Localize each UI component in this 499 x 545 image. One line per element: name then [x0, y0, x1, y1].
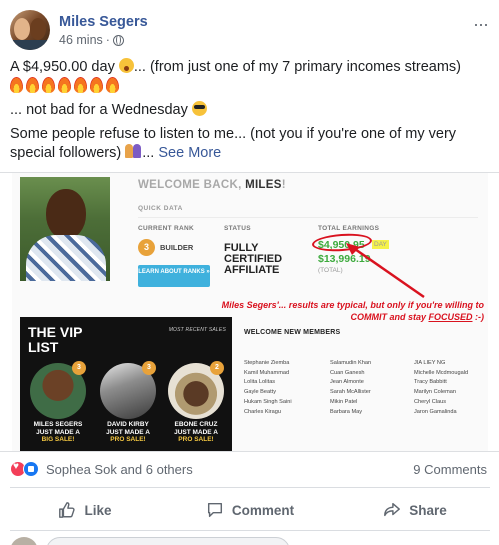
post-text-line1b: ... (from just one of my 7 primary incom… — [133, 59, 461, 75]
member-name: Cheryl Claus — [414, 398, 447, 405]
see-more-link[interactable]: See More — [158, 145, 221, 161]
thumbs-up-icon — [59, 502, 76, 518]
member-name: Jean Almonte — [330, 379, 364, 386]
member-name: Jaron Gamalinda — [414, 408, 457, 415]
comment-button[interactable]: Comment — [175, 494, 325, 526]
share-arrow-icon — [384, 502, 401, 517]
like-label: Like — [84, 502, 112, 518]
comment-bubble-icon — [207, 502, 222, 518]
learn-about-ranks-button: LEARN ABOUT RANKS » — [138, 265, 210, 287]
divider — [10, 530, 490, 531]
total-earnings-label: TOTAL EARNINGS — [318, 225, 380, 232]
comment-input[interactable] — [46, 537, 290, 545]
more-options-icon[interactable]: ··· — [473, 14, 489, 35]
fire-emoji-icon — [58, 77, 71, 93]
post-image[interactable]: WELCOME BACK, MILES! QUICK DATA CURRENT … — [0, 172, 499, 452]
divider — [138, 217, 478, 218]
vip-caption: DAVID KIRBY JUST MADE A PRO SALE! — [106, 421, 150, 443]
fire-emoji-icon — [90, 77, 103, 93]
vip-rank-badge-icon: 3 — [142, 361, 156, 375]
post-text-line2: ... not bad for a Wednesday — [10, 102, 188, 118]
status-label: STATUS — [224, 225, 251, 232]
reaction-names[interactable]: Sophea Sok and 6 others — [46, 462, 193, 477]
recent-sales-label: MOST RECENT SALES — [168, 327, 226, 333]
divider — [10, 487, 490, 488]
annotation-caption: Miles Segers'... results are typical, bu… — [221, 300, 484, 322]
welcome-heading: WELCOME BACK, MILES! — [138, 179, 286, 191]
people-holding-hands-emoji-icon — [125, 144, 142, 159]
vip-rank-badge-icon: 3 — [72, 361, 86, 375]
current-rank-label: CURRENT RANK — [138, 225, 194, 232]
post-meta: 46 mins · — [59, 33, 124, 47]
member-name: Michelle Mcdmougald — [414, 369, 469, 376]
member-name: Cuan Ganesh — [330, 369, 365, 376]
share-button[interactable]: Share — [340, 494, 490, 526]
members-column-1: Stephanie Ziemba Kamil Muhammad Lolita L… — [244, 359, 292, 417]
member-name: Sarah McAllister — [330, 389, 371, 396]
vip-title: THE VIP LIST — [28, 324, 83, 355]
new-members-title: WELCOME NEW MEMBERS — [244, 329, 341, 336]
dashboard-screenshot: WELCOME BACK, MILES! QUICK DATA CURRENT … — [12, 173, 488, 451]
vip-caption: MILES SEGERS JUST MADE A BIG SALE! — [33, 421, 83, 443]
status-value: FULLY CERTIFIED AFFILIATE — [224, 242, 283, 276]
post-text: A $4,950.00 day ... (from just one of my… — [10, 58, 490, 168]
post-paragraph-3: Some people refuse to listen to me... (n… — [10, 125, 490, 163]
post-text-ellipsis: ... — [142, 145, 155, 161]
comments-count[interactable]: 9 Comments — [413, 462, 487, 477]
members-column-3: JIA LIEY NG Michelle Mcdmougald Tracy Ba… — [414, 359, 468, 417]
member-name: Stephanie Ziemba — [244, 360, 290, 366]
rank-name: BUILDER — [160, 243, 194, 252]
like-reaction-icon[interactable] — [23, 461, 39, 477]
member-name: Lolita Lolitas — [244, 379, 276, 386]
member-name: Tracy Babbitt — [414, 379, 447, 386]
member-name: JIA LIEY NG — [414, 360, 446, 366]
post-header: Miles Segers 46 mins · ··· — [10, 8, 490, 52]
vip-caption: EBONE CRUZ JUST MADE A PRO SALE! — [174, 421, 218, 443]
member-name: Gayle Beatty — [244, 389, 277, 396]
post-paragraph-2: ... not bad for a Wednesday — [10, 101, 490, 120]
post-paragraph-1: A $4,950.00 day ... (from just one of my… — [10, 58, 490, 96]
sunglasses-emoji-icon — [191, 101, 207, 116]
author-name[interactable]: Miles Segers — [59, 14, 148, 30]
post-timestamp[interactable]: 46 mins — [59, 33, 103, 47]
globe-icon — [112, 34, 124, 46]
meta-separator: · — [105, 33, 110, 47]
action-bar: Like Comment Share — [10, 494, 490, 526]
member-name: Charles Kiragu — [244, 408, 281, 415]
astonished-emoji-icon — [118, 58, 134, 73]
comment-label: Comment — [231, 502, 295, 518]
member-name: Barbara May — [330, 408, 363, 415]
reactions-bar: Sophea Sok and 6 others 9 Comments — [10, 459, 490, 479]
share-label: Share — [409, 502, 447, 518]
member-name: Kamil Muhammad — [244, 369, 290, 376]
vip-rank-badge-icon: 2 — [210, 361, 224, 375]
viewer-avatar — [10, 537, 38, 545]
profile-photo — [20, 177, 110, 281]
red-arrow-icon — [346, 243, 425, 299]
member-name: Mikin Patel — [330, 398, 358, 405]
like-button[interactable]: Like — [10, 494, 160, 526]
post-text-line3: Some people refuse to listen to me... (n… — [10, 126, 457, 161]
member-name: Marilyn Coleman — [414, 389, 456, 396]
rank-badge-icon: 3 — [138, 239, 155, 256]
vip-list-panel: THE VIP LIST MOST RECENT SALES 3 MILES S… — [20, 317, 232, 451]
earnings-total-label: (TOTAL) — [318, 267, 343, 274]
fire-emoji-icon — [74, 77, 87, 93]
post-text-line1: A $4,950.00 day — [10, 59, 115, 75]
fire-emoji-icon — [106, 77, 119, 93]
member-name: Salamudin Khan — [330, 360, 372, 366]
author-avatar[interactable] — [10, 10, 50, 50]
fire-emoji-icon — [10, 77, 23, 93]
quick-data-label: QUICK DATA — [138, 205, 183, 212]
member-name: Hukam Singh Saini — [244, 398, 292, 405]
fire-emoji-icon — [42, 77, 55, 93]
fire-emoji-icon — [26, 77, 39, 93]
members-column-2: Salamudin Khan Cuan Ganesh Jean Almonte … — [330, 359, 371, 417]
